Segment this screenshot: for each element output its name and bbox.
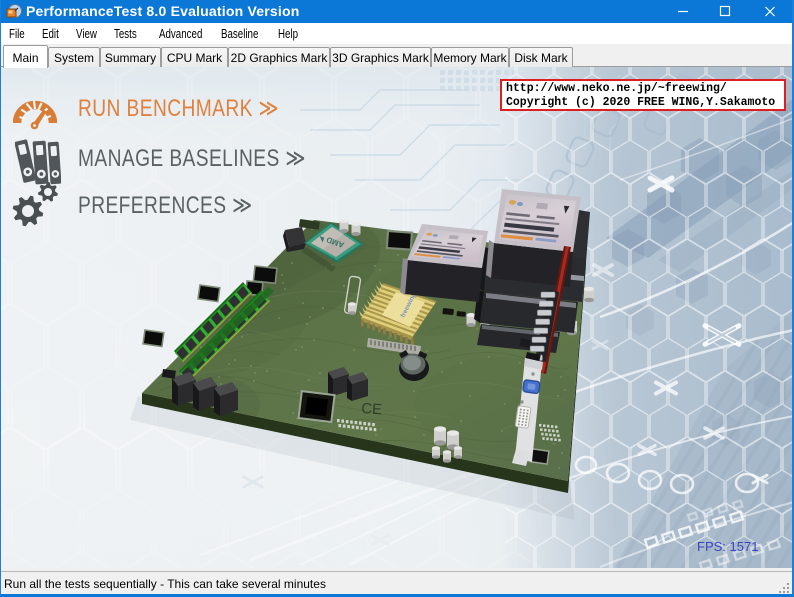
svg-text:CE: CE: [361, 400, 383, 418]
